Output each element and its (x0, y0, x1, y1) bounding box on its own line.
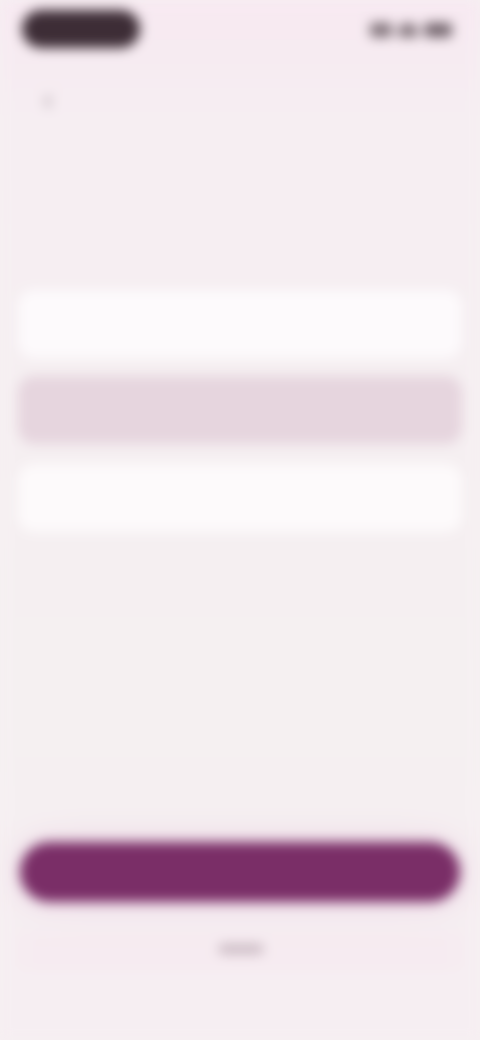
home-indicator[interactable] (218, 944, 264, 954)
page-title (140, 86, 340, 114)
option-1[interactable] (18, 290, 462, 358)
status-bar (0, 0, 480, 60)
status-icons (352, 20, 452, 40)
app-screen: ‹ (0, 0, 480, 1040)
back-arrow-icon[interactable]: ‹ (30, 82, 66, 118)
signal-icon (370, 23, 392, 37)
question-subtitle (22, 238, 342, 260)
step-label (22, 135, 82, 157)
question-title (22, 190, 422, 218)
option-3[interactable] (18, 464, 462, 532)
continue-button[interactable] (20, 842, 460, 902)
option-2-selected[interactable] (18, 376, 462, 444)
status-time (22, 10, 140, 48)
top-app-bar: ‹ (0, 70, 480, 130)
wifi-icon (398, 23, 418, 37)
battery-icon (424, 23, 452, 37)
